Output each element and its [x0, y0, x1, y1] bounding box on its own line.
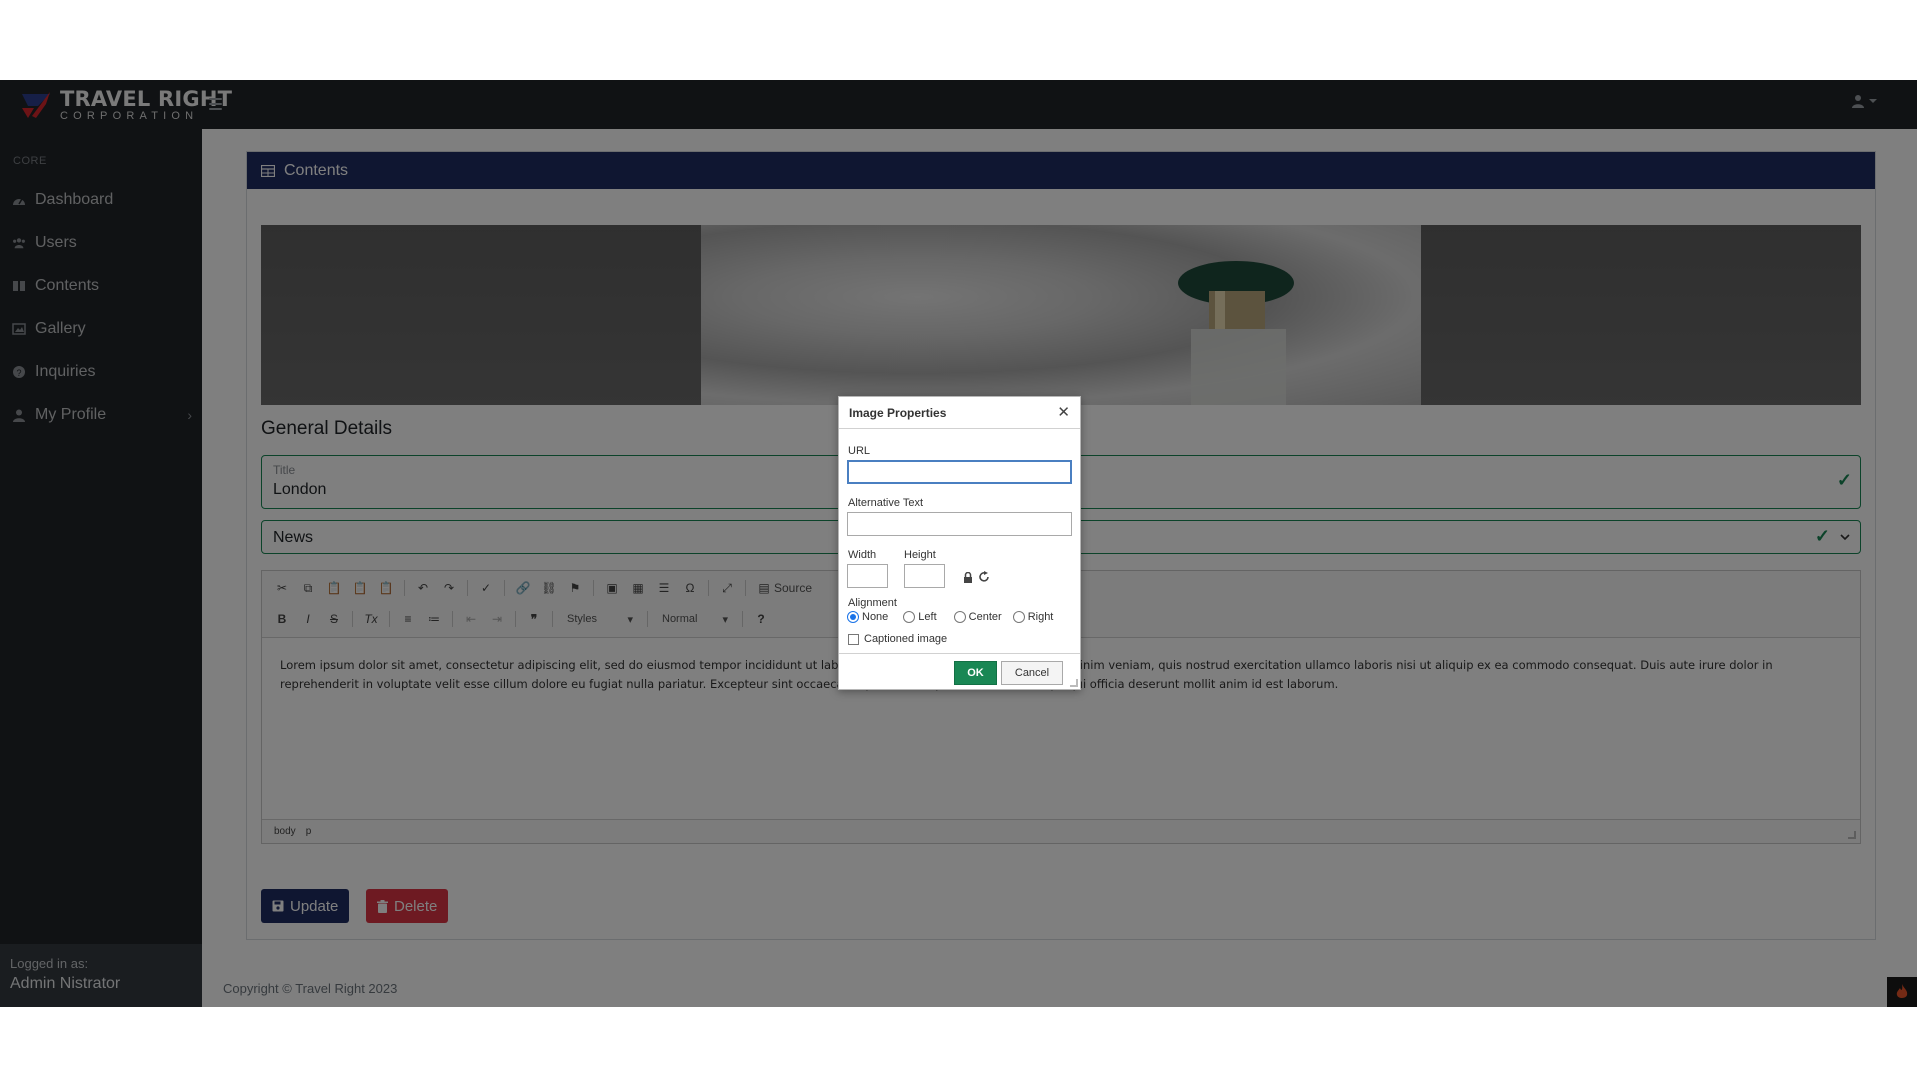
align-left-radio[interactable] — [903, 611, 916, 623]
captioned-image-checkbox[interactable] — [848, 633, 859, 645]
cancel-button[interactable]: Cancel — [1001, 661, 1063, 685]
lock-icon[interactable] — [963, 572, 973, 583]
height-input[interactable] — [904, 564, 945, 588]
align-none-label: None — [862, 611, 889, 623]
url-label: URL — [848, 445, 871, 457]
captioned-image-label: Captioned image — [864, 633, 948, 645]
reset-size-icon[interactable] — [979, 571, 990, 583]
alt-text-input[interactable] — [847, 512, 1072, 536]
align-left-label: Left — [918, 611, 937, 623]
align-center-radio[interactable] — [953, 611, 966, 623]
dialog-footer: OK Cancel — [839, 653, 1080, 689]
align-right-radio[interactable] — [1012, 611, 1025, 623]
dialog-resize-grip-icon[interactable] — [1070, 679, 1078, 687]
dialog-title[interactable]: Image Properties — [839, 397, 1080, 429]
alignment-radio-group: None Left Center Right — [847, 611, 1053, 623]
alt-text-label: Alternative Text — [848, 497, 924, 509]
height-label: Height — [904, 549, 936, 561]
width-label: Width — [848, 549, 877, 561]
app-frame: TRAVEL RIGHT CORPORATION CORE Dashboard — [0, 80, 1917, 1007]
alignment-label: Alignment — [848, 597, 897, 609]
url-input[interactable] — [847, 460, 1072, 484]
captioned-image-row: Captioned image — [848, 633, 947, 645]
image-properties-dialog: Image Properties ✕ URL Alternative Text … — [838, 396, 1081, 690]
align-right-label: Right — [1027, 611, 1054, 623]
close-icon[interactable]: ✕ — [1057, 405, 1070, 420]
align-center-label: Center — [968, 611, 1002, 623]
ok-button[interactable]: OK — [954, 661, 997, 685]
width-input[interactable] — [847, 564, 888, 588]
align-none-radio[interactable] — [847, 611, 859, 623]
